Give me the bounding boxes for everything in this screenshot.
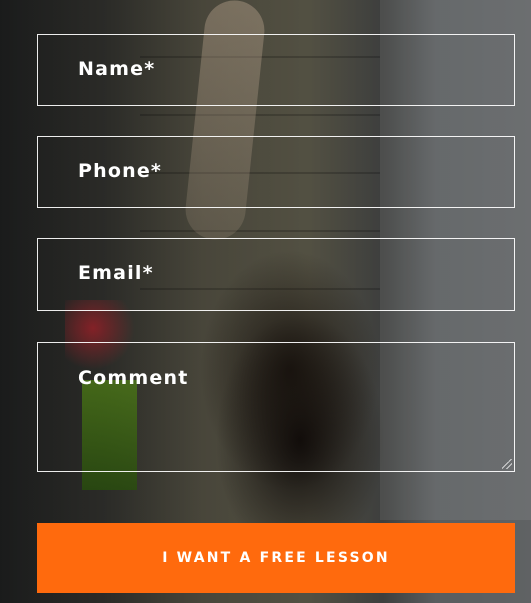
resize-grip-icon[interactable] [502,459,512,469]
name-input[interactable]: Name* [37,34,515,106]
phone-input[interactable]: Phone* [37,136,515,208]
comment-placeholder: Comment [78,367,189,389]
email-input[interactable]: Email* [37,238,515,311]
phone-placeholder: Phone* [78,160,163,182]
comment-textarea[interactable]: Comment [37,342,515,472]
name-placeholder: Name* [78,58,156,80]
email-placeholder: Email* [78,262,154,284]
submit-button[interactable]: I WANT A FREE LESSON [37,523,515,593]
